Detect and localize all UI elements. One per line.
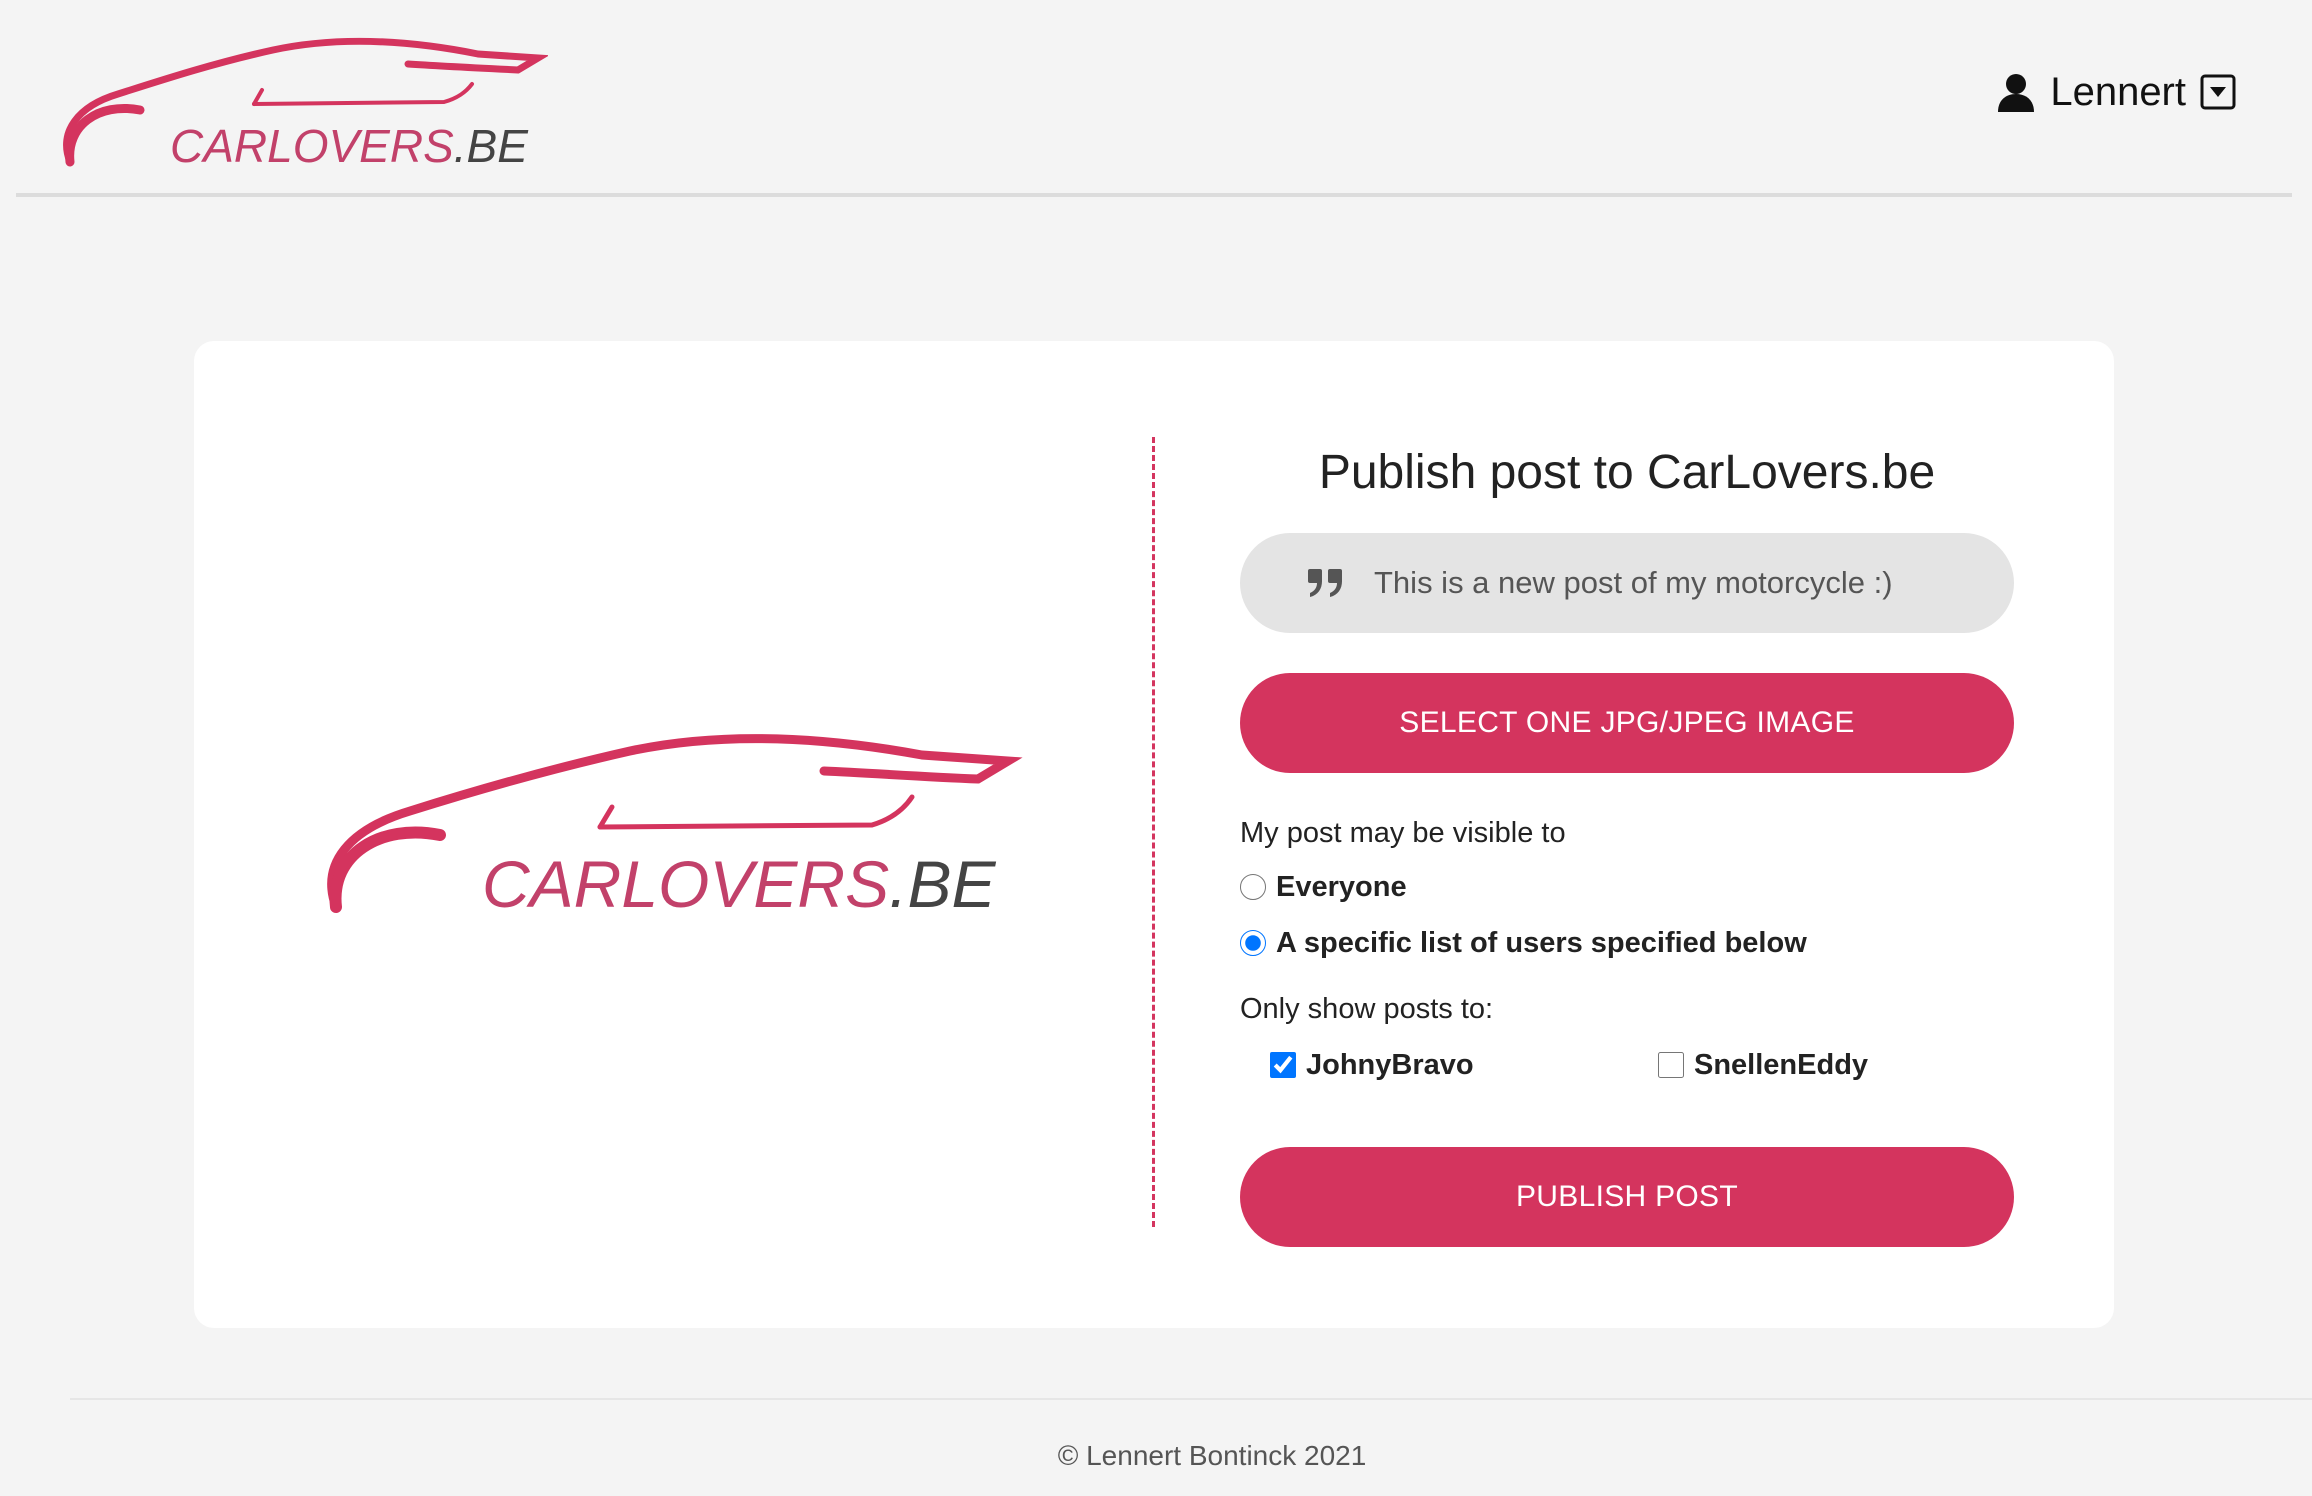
logo-window-line	[597, 794, 915, 830]
dropdown-caret-icon[interactable]	[2200, 74, 2236, 110]
carlovers-logo[interactable]: CARLOVERS.BE	[58, 36, 548, 172]
publish-card: CARLOVERS.BE Publish post to CarLovers.b…	[194, 341, 2114, 1328]
checkbox-johnybravo-label: JohnyBravo	[1306, 1048, 1474, 1081]
checkbox-johnybravo[interactable]: JohnyBravo	[1270, 1043, 1658, 1087]
checkbox-snelleneddy[interactable]: SnellenEddy	[1658, 1043, 1868, 1087]
svg-text:CARLOVERS.BE: CARLOVERS.BE	[482, 847, 996, 921]
footer-divider	[70, 1398, 2312, 1400]
select-image-button[interactable]: SELECT ONE JPG/JPEG IMAGE	[1240, 673, 2014, 773]
footer-copyright: © Lennert Bontinck 2021	[1057, 1440, 1367, 1471]
radio-specific-users[interactable]: A specific list of users specified below	[1240, 923, 2014, 963]
checkbox-snelleneddy-input[interactable]	[1658, 1052, 1684, 1078]
header-divider	[16, 193, 2292, 197]
page-header: CARLOVERS.BE Lennert	[0, 0, 2312, 200]
logo-text-suffix: .BE	[889, 847, 996, 921]
vertical-divider	[1152, 437, 1155, 1227]
radio-everyone-label: Everyone	[1276, 870, 1407, 903]
publish-form: Publish post to CarLovers.be This is a n…	[1240, 437, 2014, 1247]
logo-window-line	[252, 82, 474, 106]
message-text[interactable]: This is a new post of my motorcycle :)	[1374, 565, 1893, 601]
radio-everyone-input[interactable]	[1240, 874, 1266, 900]
user-icon	[1998, 74, 2035, 112]
visibility-label: My post may be visible to	[1240, 817, 1566, 849]
user-name[interactable]: Lennert	[2050, 70, 2186, 115]
form-title: Publish post to CarLovers.be	[1318, 446, 1936, 499]
checkbox-johnybravo-input[interactable]	[1270, 1052, 1296, 1078]
logo-text-main: CARLOVERS	[170, 120, 454, 172]
svg-text:CARLOVERS.BE: CARLOVERS.BE	[170, 120, 529, 172]
publish-post-button[interactable]: PUBLISH POST	[1240, 1147, 2014, 1247]
message-input[interactable]: This is a new post of my motorcycle :)	[1240, 533, 2014, 633]
radio-specific-users-input[interactable]	[1240, 930, 1266, 956]
users-label: Only show posts to:	[1240, 993, 1494, 1025]
quote-icon	[1308, 569, 1342, 597]
carlovers-logo-large: CARLOVERS.BE	[327, 734, 1023, 921]
user-menu[interactable]: Lennert	[1996, 64, 2236, 120]
logo-window-tip	[252, 88, 264, 106]
user-checkbox-list: JohnyBravo SnellenEddy	[1240, 1043, 2014, 1087]
logo-text-suffix: .BE	[454, 120, 529, 172]
checkbox-snelleneddy-label: SnellenEddy	[1694, 1048, 1869, 1081]
logo-window-tip	[597, 804, 615, 830]
radio-specific-users-label: A specific list of users specified below	[1276, 926, 1807, 959]
radio-everyone[interactable]: Everyone	[1240, 867, 2014, 907]
logo-text-main: CARLOVERS	[482, 847, 889, 921]
